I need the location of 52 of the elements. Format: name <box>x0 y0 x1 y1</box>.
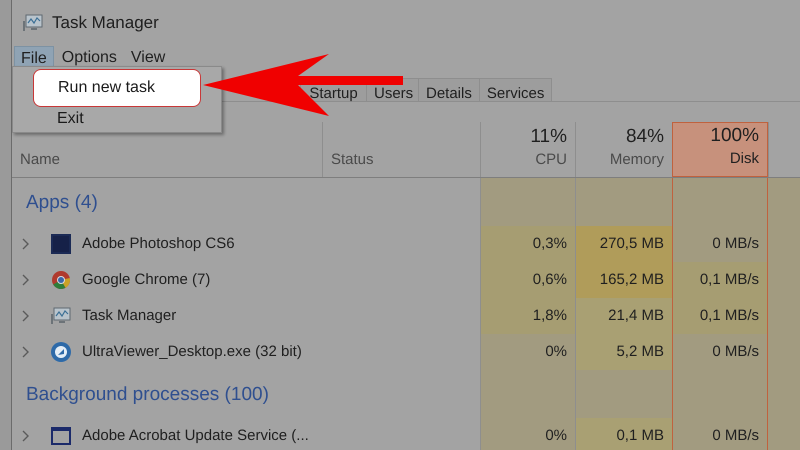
usage-percent: 11% <box>530 124 567 148</box>
process-name: Adobe Acrobat Update Service (... <box>82 426 309 446</box>
window-title: Task Manager <box>52 12 159 34</box>
expand-chevron[interactable] <box>22 430 30 442</box>
table-cell-text: 1,8% <box>532 306 567 326</box>
column-header[interactable]: 100% Disk <box>672 122 768 177</box>
group-heading: Background processes (100) <box>26 382 269 407</box>
tab[interactable]: Services <box>478 78 552 102</box>
table-cell-text: 0,6% <box>532 270 567 290</box>
expand-chevron[interactable] <box>22 310 30 322</box>
column-label: CPU <box>535 150 567 170</box>
expand-chevron[interactable] <box>22 346 30 358</box>
table-cell-text: 0,3% <box>532 234 567 254</box>
process-name: UltraViewer_Desktop.exe (32 bit) <box>82 342 302 362</box>
column-header[interactable]: 11% CPU <box>480 122 575 177</box>
expand-chevron[interactable] <box>22 274 30 286</box>
table-cell-text: 5,2 MB <box>616 342 664 362</box>
process-name: Google Chrome (7) <box>82 270 210 290</box>
usage-percent: 100% <box>710 124 759 148</box>
table-cell-text: 0% <box>545 426 567 446</box>
app-icon <box>51 342 71 362</box>
usage-percent: 84% <box>626 124 664 148</box>
column-label: Disk <box>730 148 759 168</box>
menu-item[interactable]: Options <box>56 46 123 68</box>
expand-chevron[interactable] <box>22 238 30 250</box>
table-cell-text: 270,5 MB <box>600 234 664 254</box>
process-name: Task Manager <box>82 306 176 326</box>
table-cell-text: 165,2 MB <box>600 270 664 290</box>
tab[interactable]: Details <box>418 78 480 102</box>
table-cell-text: 0 MB/s <box>712 342 759 362</box>
app-icon <box>51 234 71 254</box>
group-heading: Apps (4) <box>26 190 98 215</box>
process-name: Adobe Photoshop CS6 <box>82 234 235 254</box>
table-cell-text: 0 MB/s <box>712 426 759 446</box>
column-header[interactable]: Status <box>322 122 480 177</box>
monitor-chart-icon <box>22 13 44 33</box>
table-cell-text: 21,4 MB <box>608 306 664 326</box>
column-label: Memory <box>610 150 664 170</box>
menu-item[interactable]: View <box>124 46 172 68</box>
table-cell-text: 0,1 MB/s <box>700 306 759 326</box>
table-cell-text: 0,1 MB <box>616 426 664 446</box>
table-cell-text: 0 MB/s <box>712 234 759 254</box>
column-label: Name <box>20 150 62 170</box>
menu-item[interactable]: Run new task <box>33 69 201 107</box>
menu-item[interactable]: Exit <box>33 107 201 131</box>
column-label: Status <box>331 150 375 170</box>
table-cell-text: 0,1 MB/s <box>700 270 759 290</box>
chrome-icon <box>52 271 70 289</box>
monitor-chart-icon <box>50 306 72 326</box>
menu-item[interactable]: File <box>14 46 54 68</box>
window-icon <box>51 427 71 445</box>
table-cell-text: 0% <box>545 342 567 362</box>
